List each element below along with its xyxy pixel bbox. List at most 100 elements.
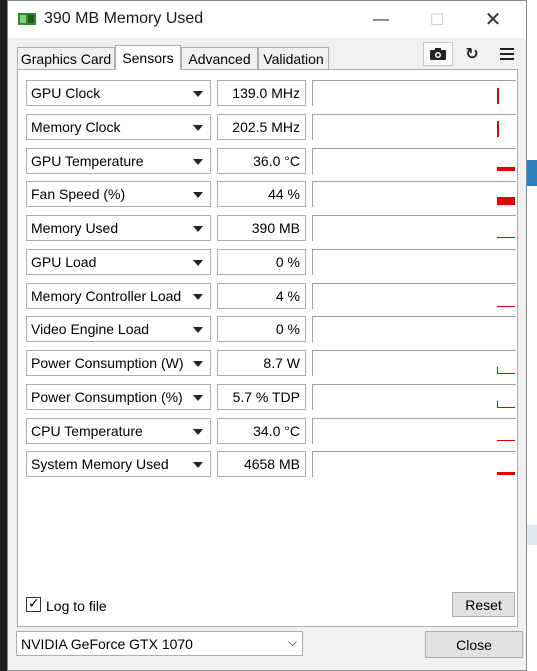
sensor-value-box: 0 % — [217, 316, 306, 342]
sensor-value: 5.7 % TDP — [232, 389, 300, 405]
background-app-accent — [527, 160, 537, 186]
graph-line — [497, 88, 499, 104]
sensor-name: Memory Used — [31, 220, 119, 236]
sensor-name: GPU Temperature — [31, 153, 144, 169]
sensor-value: 202.5 MHz — [232, 119, 300, 135]
sensor-name: GPU Clock — [31, 85, 101, 101]
sensor-selector[interactable]: GPU Clock — [26, 80, 211, 106]
sensor-row: Video Engine Load 0 % — [26, 316, 516, 342]
dropdown-arrow-icon — [193, 159, 203, 165]
log-to-file-label: Log to file — [46, 598, 107, 614]
tab-advanced[interactable]: Advanced — [181, 47, 258, 69]
camera-icon[interactable] — [423, 42, 453, 66]
sensor-value: 4658 MB — [243, 456, 300, 472]
sensor-value-box: 5.7 % TDP — [217, 384, 306, 410]
graph-line — [497, 440, 515, 441]
sensor-value: 8.7 W — [263, 355, 300, 371]
sensor-graph — [312, 148, 516, 174]
sensor-value-box: 4658 MB — [217, 451, 306, 477]
sensor-selector[interactable]: Power Consumption (%) — [26, 384, 211, 410]
sensor-selector[interactable]: CPU Temperature — [26, 418, 211, 444]
background-desktop-left — [0, 0, 7, 671]
sensor-selector[interactable]: System Memory Used — [26, 451, 211, 477]
graph-line — [497, 237, 515, 238]
sensor-graph — [312, 384, 516, 410]
sensor-row: Memory Clock 202.5 MHz — [26, 114, 516, 140]
sensor-row: System Memory Used 4658 MB — [26, 451, 516, 477]
graph-line — [497, 407, 515, 408]
sensor-selector[interactable]: GPU Load — [26, 249, 211, 275]
sensor-row: GPU Load 0 % — [26, 249, 516, 275]
sensor-selector[interactable]: Video Engine Load — [26, 316, 211, 342]
sensor-row: GPU Temperature 36.0 °C — [26, 148, 516, 174]
sensor-value-box: 0 % — [217, 249, 306, 275]
graph-line — [497, 373, 515, 374]
tab-sensors[interactable]: Sensors — [115, 45, 181, 70]
sensor-selector[interactable]: Memory Used — [26, 215, 211, 241]
log-to-file-checkbox[interactable] — [26, 595, 41, 612]
sensors-panel: GPU Clock 139.0 MHz Memory Clock 202.5 M… — [17, 69, 518, 627]
dropdown-arrow-icon — [193, 192, 203, 198]
sensor-graph — [312, 418, 516, 444]
sensor-row: Power Consumption (W) 8.7 W — [26, 350, 516, 376]
sensor-value-box: 8.7 W — [217, 350, 306, 376]
sensor-row: CPU Temperature 34.0 °C — [26, 418, 516, 444]
dropdown-arrow-icon — [193, 260, 203, 266]
sensor-selector[interactable]: GPU Temperature — [26, 148, 211, 174]
sensor-selector[interactable]: Power Consumption (W) — [26, 350, 211, 376]
dropdown-arrow-icon — [193, 395, 203, 401]
sensor-graph — [312, 283, 516, 309]
sensor-value: 44 % — [268, 186, 300, 202]
sensor-graph — [312, 451, 516, 477]
close-button[interactable]: Close — [425, 631, 523, 658]
tab-graphics-card[interactable]: Graphics Card — [17, 47, 115, 69]
sensor-row: GPU Clock 139.0 MHz — [26, 80, 516, 106]
background-app-panel — [527, 525, 537, 545]
sensor-name: Video Engine Load — [31, 321, 150, 337]
dropdown-arrow-icon — [193, 294, 203, 300]
sensor-selector[interactable]: Fan Speed (%) — [26, 181, 211, 207]
window-title: 390 MB Memory Used — [44, 10, 204, 27]
sensor-row: Fan Speed (%) 44 % — [26, 181, 516, 207]
dropdown-arrow-icon — [193, 327, 203, 333]
sensor-value-box: 202.5 MHz — [217, 114, 306, 140]
graph-line — [497, 306, 515, 307]
sensor-selector[interactable]: Memory Controller Load — [26, 283, 211, 309]
maximize-button[interactable]: ☐ — [414, 1, 460, 38]
sensor-name: CPU Temperature — [31, 423, 143, 439]
gpu-z-window: 390 MB Memory Used — ☐ ✕ Graphics Card S… — [7, 0, 527, 671]
sensor-value: 139.0 MHz — [232, 85, 300, 101]
menu-icon[interactable] — [492, 42, 522, 66]
graph-line — [497, 121, 499, 137]
refresh-icon[interactable]: ↻ — [457, 42, 487, 66]
dropdown-arrow-icon — [193, 429, 203, 435]
sensor-name: Fan Speed (%) — [31, 186, 126, 202]
sensor-graph — [312, 316, 516, 342]
sensor-value: 34.0 °C — [253, 423, 300, 439]
sensor-value: 0 % — [275, 254, 300, 270]
tab-validation[interactable]: Validation — [258, 47, 329, 69]
sensor-row: Memory Used 390 MB — [26, 215, 516, 241]
sensor-selector[interactable]: Memory Clock — [26, 114, 211, 140]
minimize-button[interactable]: — — [358, 1, 404, 38]
sensor-graph — [312, 249, 516, 275]
sensor-row: Power Consumption (%) 5.7 % TDP — [26, 384, 516, 410]
title-bar[interactable]: 390 MB Memory Used — ☐ ✕ — [8, 1, 526, 38]
sensor-value-box: 139.0 MHz — [217, 80, 306, 106]
gpu-select-dropdown[interactable]: NVIDIA GeForce GTX 1070 ⌵ — [16, 631, 303, 656]
sensor-graph — [312, 181, 516, 207]
sensor-value-box: 36.0 °C — [217, 148, 306, 174]
graph-line — [497, 167, 515, 171]
gpu-select-value: NVIDIA GeForce GTX 1070 — [21, 636, 193, 652]
close-window-button[interactable]: ✕ — [470, 1, 516, 38]
sensor-graph — [312, 350, 516, 376]
dropdown-arrow-icon — [193, 125, 203, 131]
reset-button[interactable]: Reset — [452, 592, 515, 617]
dropdown-arrow-icon — [193, 361, 203, 367]
background-app-strip — [527, 0, 537, 671]
sensor-name: Memory Controller Load — [31, 288, 182, 304]
sensor-name: Power Consumption (%) — [31, 389, 183, 405]
sensor-name: Memory Clock — [31, 119, 121, 135]
sensor-graph — [312, 80, 516, 106]
sensor-value: 0 % — [275, 321, 300, 337]
